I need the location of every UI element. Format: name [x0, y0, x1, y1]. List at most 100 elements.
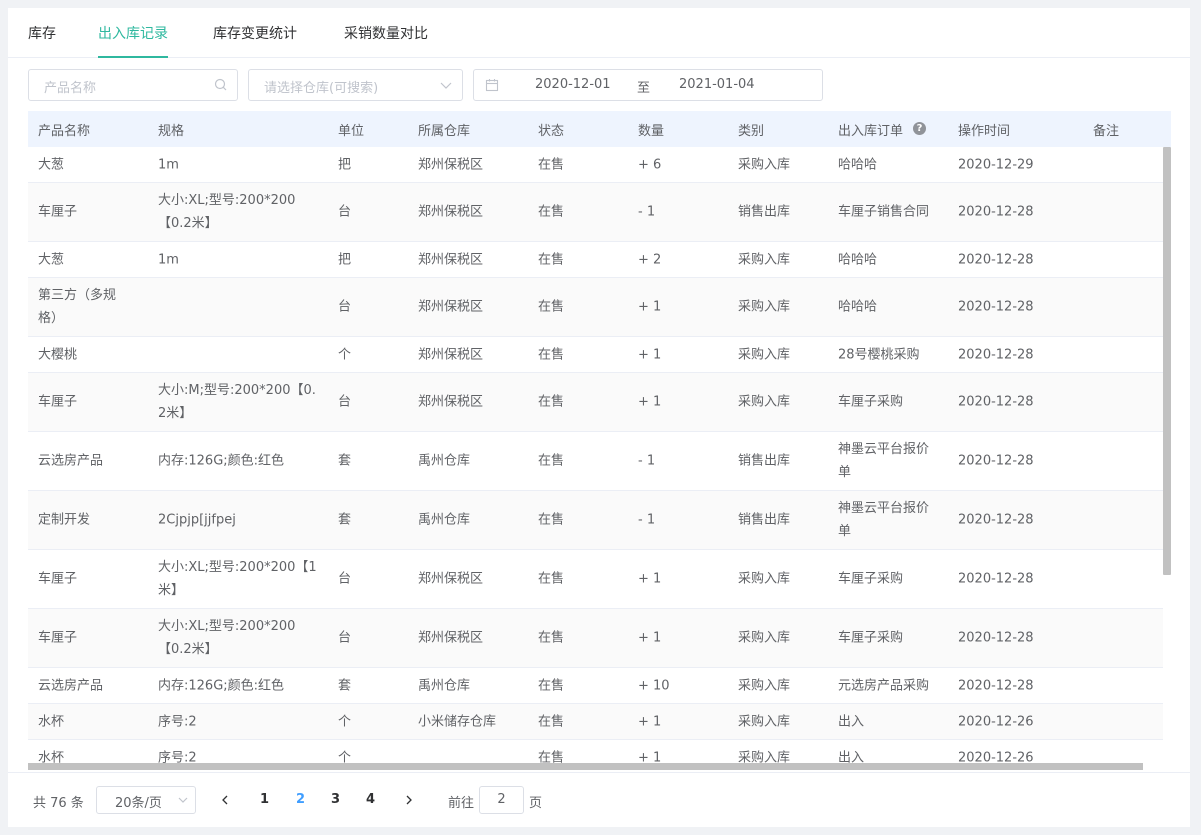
column-header: 操作时间	[958, 124, 1011, 139]
date-range-picker[interactable]: 2020-12-01 至 2021-01-04	[473, 69, 823, 101]
cell-order: 车厘子采购	[838, 630, 904, 646]
cell-name: 车厘子	[38, 571, 78, 587]
cell-warehouse: 郑州保税区	[418, 630, 484, 646]
horizontal-scrollbar[interactable]	[28, 763, 1143, 770]
cell-status: 在售	[538, 299, 565, 315]
column-header: 产品名称	[38, 124, 91, 139]
cell-warehouse: 郑州保税区	[418, 252, 484, 267]
column-header: 类别	[738, 124, 765, 139]
goto-page-value: 2	[497, 792, 506, 807]
cell-unit: 套	[338, 453, 352, 469]
vertical-scrollbar[interactable]	[1163, 147, 1171, 575]
cell-unit: 把	[338, 157, 352, 172]
cell-qty: + 6	[638, 157, 662, 172]
warehouse-select[interactable]: 请选择仓库(可搜索)	[248, 69, 463, 101]
product-search-input[interactable]: 产品名称	[28, 69, 238, 101]
cell-type: 采购入库	[738, 347, 791, 362]
product-search-placeholder: 产品名称	[44, 81, 97, 96]
cell-qty: - 1	[638, 453, 656, 469]
cell-warehouse: 禹州仓库	[418, 453, 471, 469]
cell-status: 在售	[538, 678, 565, 693]
cell-warehouse: 禹州仓库	[418, 512, 471, 528]
records-table: 产品名称 规格 单位 所属仓库 状态 数量 类别 出入库订单? 操作时间 备注 大葱 1m 把郑州保税…	[28, 111, 1171, 771]
page-3[interactable]: 3	[331, 792, 340, 807]
cell-type: 采购入库	[738, 252, 791, 267]
table-header: 产品名称 规格 单位 所属仓库 状态 数量 类别 出入库订单? 操作时间 备注	[28, 111, 1171, 147]
pagination: 共 76 条 20条/页 1 2 3 4 前往 2 页	[8, 772, 1190, 827]
cell-order: 神墨云平台报价 单	[838, 501, 930, 539]
prev-page-icon[interactable]	[218, 793, 232, 807]
cell-warehouse: 小米储存仓库	[418, 714, 497, 729]
cell-type: 采购入库	[738, 299, 791, 315]
cell-type: 采购入库	[738, 571, 791, 587]
cell-unit: 套	[338, 512, 352, 528]
cell-order: 车厘子销售合同	[838, 204, 930, 220]
table-row: 云选房产品 内存:126G;颜色:红色 套 禹州仓库 在售 + 10 采购入库 元选房产品采购…	[28, 668, 1163, 704]
date-range-separator: 至	[637, 81, 651, 96]
inventory-card: 库存 出入库记录 库存变更统计 采销数量对比 产品名称 请选择仓库(可搜索) 2020…	[8, 8, 1190, 827]
cell-unit: 把	[338, 252, 352, 267]
cell-spec: 1m	[158, 252, 179, 267]
cell-order: 哈哈哈	[838, 157, 878, 172]
cell-time: 2020-12-28	[958, 252, 1034, 267]
tab-1[interactable]: 出入库记录	[98, 23, 168, 58]
column-header: 出入库订单	[838, 124, 904, 139]
cell-warehouse: 郑州保税区	[418, 204, 484, 220]
column-header: 所属仓库	[418, 124, 471, 139]
cell-spec: 内存:126G;颜色:红色	[158, 678, 285, 693]
page-4[interactable]: 4	[366, 792, 375, 807]
cell-unit: 台	[338, 299, 352, 315]
cell-warehouse: 郑州保税区	[418, 157, 484, 172]
cell-order: 车厘子采购	[838, 571, 904, 587]
cell-time: 2020-12-28	[958, 347, 1034, 362]
cell-name: 大葱	[38, 252, 65, 267]
cell-type: 采购入库	[738, 157, 791, 172]
warehouse-select-placeholder: 请选择仓库(可搜索)	[264, 81, 379, 96]
tab-3[interactable]: 采销数量对比	[344, 23, 428, 58]
cell-name: 车厘子	[38, 204, 78, 220]
chevron-down-icon	[440, 82, 452, 89]
page-size-select[interactable]: 20条/页	[96, 786, 196, 814]
date-end-value[interactable]: 2021-01-04	[679, 77, 755, 92]
cell-order: 车厘子采购	[838, 394, 904, 410]
cell-status: 在售	[538, 630, 565, 646]
goto-page-input[interactable]: 2	[479, 786, 524, 814]
cell-time: 2020-12-28	[958, 512, 1034, 528]
page-1[interactable]: 1	[260, 792, 269, 807]
column-header: 单位	[338, 124, 365, 139]
cell-status: 在售	[538, 394, 565, 410]
cell-type: 销售出库	[738, 512, 791, 528]
cell-unit: 个	[338, 714, 352, 729]
search-icon	[214, 78, 227, 91]
help-icon[interactable]: ?	[913, 122, 926, 135]
cell-time: 2020-12-26	[958, 714, 1034, 729]
page-size-value: 20条/页	[115, 796, 162, 811]
cell-spec: 1m	[158, 157, 179, 172]
cell-unit: 台	[338, 571, 352, 587]
table-body: 大葱 1m 把郑州保税区 在售 + 6 采购入库 哈哈哈 2020-12-29 车厘子 大小:XL…	[28, 147, 1163, 771]
cell-type: 采购入库	[738, 394, 791, 410]
cell-order: 哈哈哈	[838, 252, 878, 267]
next-page-icon[interactable]	[402, 793, 416, 807]
cell-status: 在售	[538, 252, 565, 267]
cell-unit: 个	[338, 347, 352, 362]
cell-qty: + 1	[638, 571, 662, 587]
cell-name: 车厘子	[38, 394, 78, 410]
tab-bar: 库存 出入库记录 库存变更统计 采销数量对比	[8, 8, 1190, 58]
cell-warehouse: 郑州保税区	[418, 571, 484, 587]
cell-qty: + 1	[638, 630, 662, 646]
tab-2[interactable]: 库存变更统计	[213, 23, 297, 58]
cell-qty: + 10	[638, 678, 670, 693]
cell-time: 2020-12-28	[958, 453, 1034, 469]
page-2[interactable]: 2	[296, 792, 305, 807]
cell-status: 在售	[538, 453, 565, 469]
tab-0[interactable]: 库存	[28, 23, 56, 58]
cell-unit: 台	[338, 204, 352, 220]
cell-spec: 序号:2	[158, 714, 197, 729]
chevron-down-icon	[178, 797, 188, 803]
cell-name: 大樱桃	[38, 347, 78, 362]
date-start-value[interactable]: 2020-12-01	[535, 77, 611, 92]
cell-order: 28号樱桃采购	[838, 347, 920, 362]
table-row: 云选房产品 内存:126G;颜色:红色 套 禹州仓库 在售 - 1 销售出库 神墨云平台报价 …	[28, 432, 1163, 491]
cell-time: 2020-12-28	[958, 299, 1034, 315]
